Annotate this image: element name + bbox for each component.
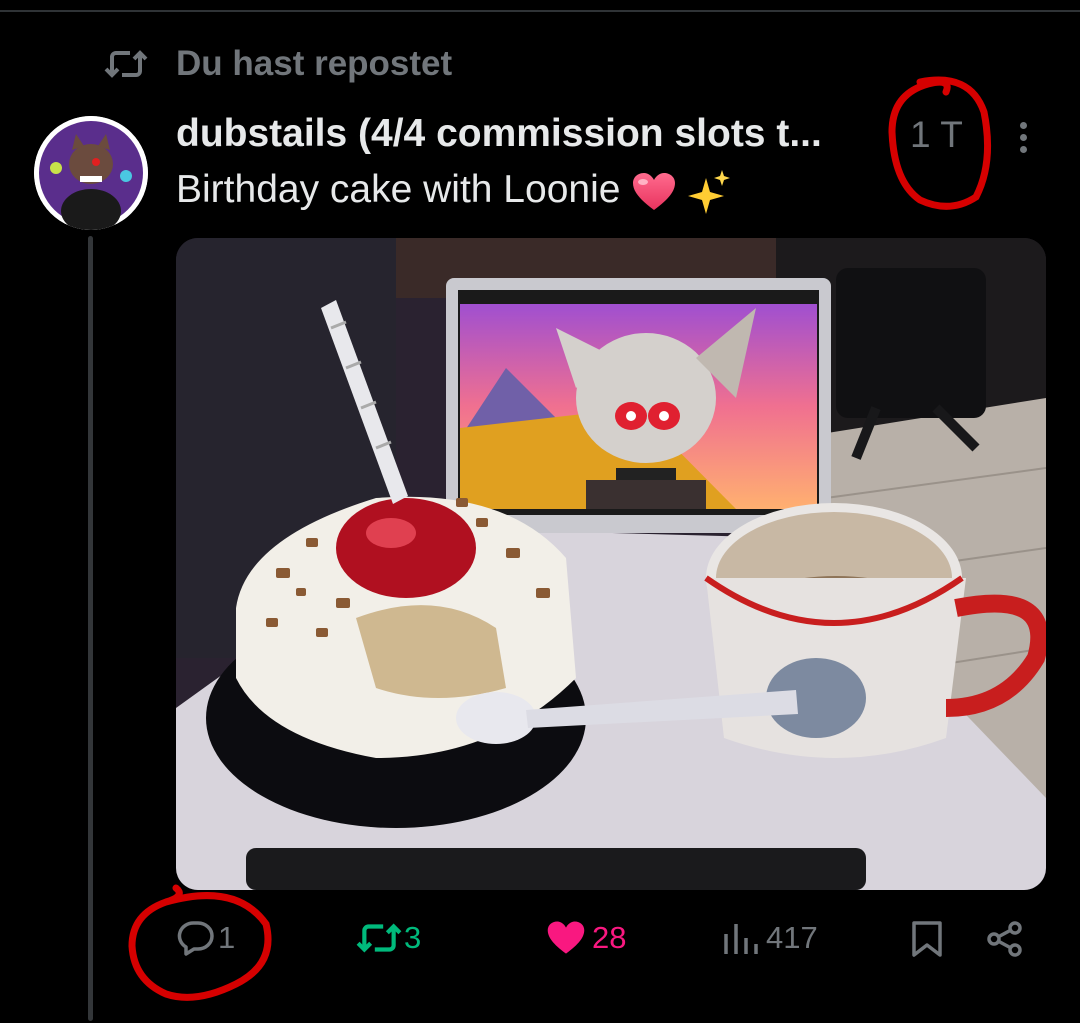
post-text: Birthday cake with Loonie	[176, 168, 732, 214]
share-button[interactable]	[986, 920, 1024, 958]
like-button[interactable]: 28	[546, 920, 626, 956]
sparkles-icon	[688, 169, 731, 214]
reply-count: 1	[218, 920, 236, 955]
repost-count: 3	[404, 920, 422, 955]
post-image[interactable]	[176, 238, 1046, 890]
action-bar: 1 3 28 417	[0, 910, 1080, 974]
like-count: 28	[592, 920, 627, 955]
reply-button[interactable]: 1	[176, 920, 235, 956]
view-count: 417	[766, 920, 818, 955]
repost-button[interactable]: 3	[356, 920, 421, 956]
top-divider	[0, 10, 1080, 12]
repost-banner[interactable]: Du hast repostet	[104, 42, 452, 86]
heart-icon	[547, 921, 585, 954]
author-name[interactable]: dubstails (4/4 commission slots t...	[176, 112, 822, 156]
bookmark-icon	[912, 921, 942, 957]
post-text-content: Birthday cake with Loonie	[176, 168, 621, 211]
cake-photo	[176, 238, 1046, 890]
reply-icon	[177, 921, 214, 956]
bookmark-button[interactable]	[910, 920, 944, 958]
thread-line	[88, 236, 93, 1021]
post-time[interactable]: 1 T	[910, 114, 963, 156]
views-button[interactable]: 417	[722, 920, 818, 956]
repost-label: Du hast repostet	[176, 44, 453, 83]
more-options-icon[interactable]	[1008, 118, 1038, 162]
repost-icon	[356, 923, 402, 953]
heart-icon	[633, 172, 676, 210]
views-icon	[724, 924, 758, 954]
repost-icon	[104, 50, 148, 78]
share-icon	[987, 921, 1022, 957]
avatar-image	[34, 116, 148, 230]
avatar[interactable]	[34, 116, 148, 230]
